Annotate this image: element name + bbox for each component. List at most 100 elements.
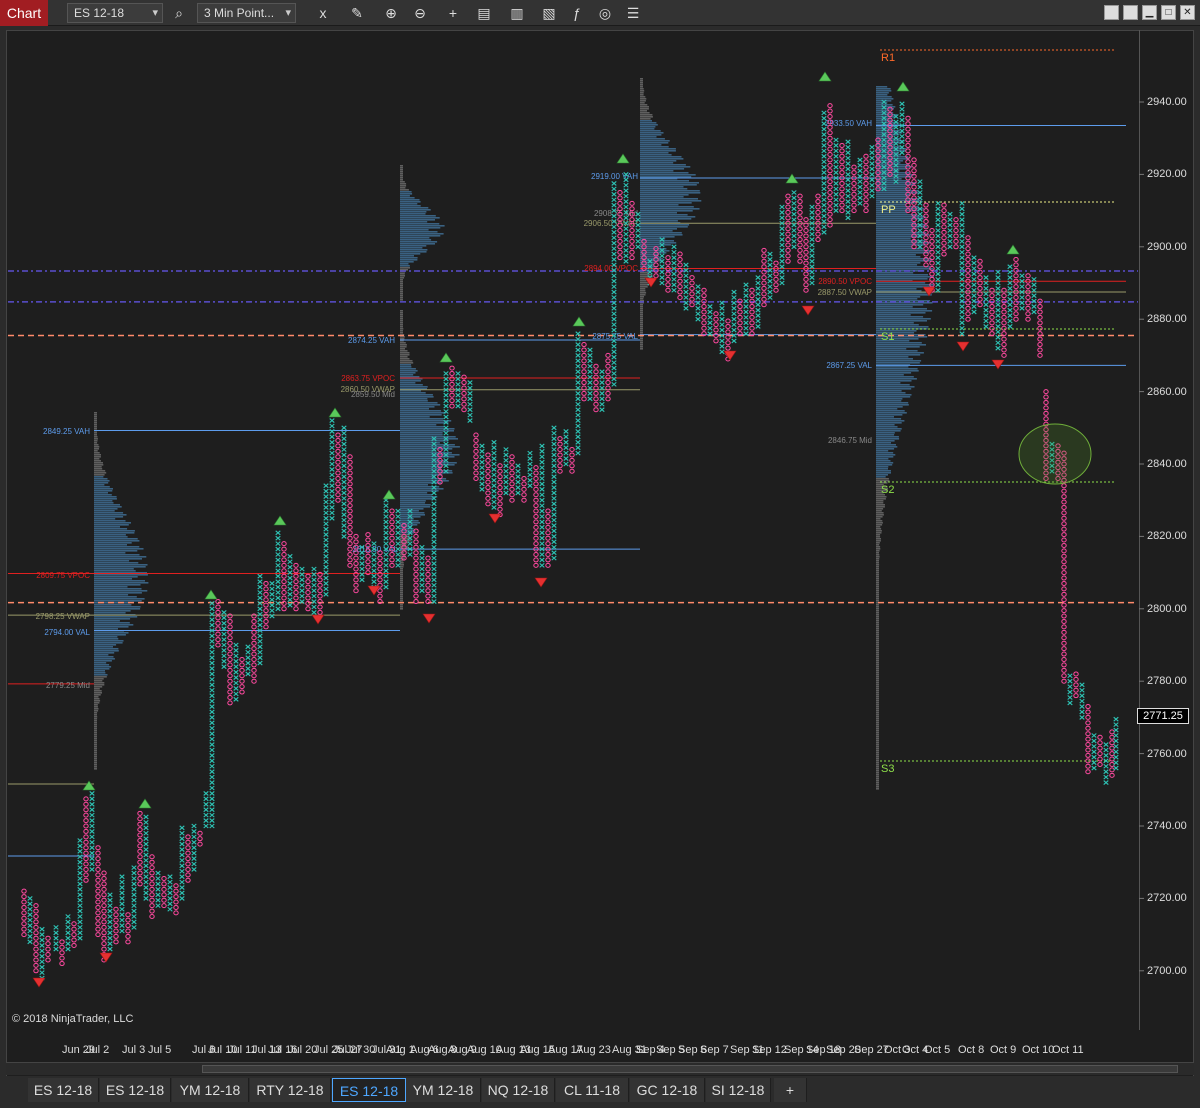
- tab-nq-12-18[interactable]: NQ 12-18: [482, 1078, 555, 1102]
- volume-profile-bar: [876, 510, 882, 512]
- volume-profile-bar: [640, 196, 684, 198]
- o-mark: [497, 479, 503, 485]
- o-mark: [473, 465, 479, 471]
- volume-profile-bar: [94, 748, 97, 750]
- tab-cl-11-18[interactable]: CL 11-18: [556, 1078, 629, 1102]
- volume-profile-bar: [94, 422, 97, 424]
- volume-profile-bar: [400, 578, 403, 580]
- o-mark: [749, 293, 755, 299]
- x-mark: [947, 217, 953, 223]
- x-mark: [707, 325, 713, 331]
- o-mark: [929, 260, 935, 266]
- x-mark: [179, 825, 185, 831]
- price-tick-label: 2900.00: [1147, 240, 1187, 253]
- x-mark: [275, 606, 281, 612]
- o-mark: [605, 369, 611, 375]
- volume-profile-bar: [876, 554, 880, 556]
- add-tab-button[interactable]: +: [774, 1078, 807, 1102]
- volume-profile-bar: [400, 245, 427, 247]
- tab-es-12-18[interactable]: ES 12-18: [332, 1078, 406, 1102]
- tab-ym-12-18[interactable]: YM 12-18: [172, 1078, 249, 1102]
- o-mark: [137, 848, 143, 854]
- x-mark: [527, 472, 533, 478]
- volume-profile-bar: [94, 674, 108, 676]
- tab-rty-12-18[interactable]: RTY 12-18: [250, 1078, 331, 1102]
- o-mark: [533, 475, 539, 481]
- volume-profile-bar: [94, 694, 101, 696]
- x-mark: [755, 280, 761, 286]
- o-mark: [701, 325, 707, 331]
- volume-profile-bar: [876, 660, 879, 662]
- o-mark: [851, 170, 857, 176]
- volume-profile-bar: [94, 452, 100, 454]
- o-mark: [389, 524, 395, 530]
- volume-profile-bar: [876, 220, 913, 222]
- volume-profile-bar: [640, 204, 679, 206]
- x-mark: [719, 338, 725, 344]
- volume-profile-bar: [876, 636, 879, 638]
- volume-profile-bar: [876, 624, 879, 626]
- volume-profile-bar: [94, 606, 141, 608]
- x-mark: [131, 876, 137, 881]
- volume-profile-bar: [876, 350, 918, 352]
- x-mark: [209, 704, 215, 709]
- o-mark: [605, 396, 611, 402]
- x-mark: [959, 271, 965, 277]
- x-mark: [431, 501, 437, 507]
- o-mark: [827, 135, 833, 141]
- volume-profile-bar: [94, 578, 132, 580]
- x-mark: [287, 597, 293, 603]
- x-mark: [1113, 727, 1119, 733]
- horizontal-scrollbar[interactable]: [6, 1062, 1194, 1075]
- volume-profile-bar: [876, 552, 879, 554]
- volume-profile-bar: [94, 756, 97, 758]
- x-mark: [719, 327, 725, 333]
- tab-gc-12-18[interactable]: GC 12-18: [630, 1078, 705, 1102]
- volume-profile-bar: [94, 692, 102, 694]
- o-mark: [1025, 300, 1031, 306]
- x-mark: [179, 847, 185, 852]
- volume-profile-bar: [640, 142, 669, 144]
- scrollbar-thumb[interactable]: [202, 1065, 1178, 1073]
- volume-profile-bar: [640, 82, 643, 84]
- x-mark: [635, 228, 641, 233]
- x-mark: [143, 895, 149, 901]
- volume-profile-bar: [94, 482, 109, 484]
- x-mark: [323, 548, 329, 554]
- tab-ym-12-18[interactable]: YM 12-18: [406, 1078, 481, 1102]
- o-mark: [689, 285, 695, 291]
- volume-profile-bar: [876, 356, 909, 358]
- volume-profile-bar: [94, 508, 118, 510]
- x-mark: [491, 439, 497, 445]
- volume-profile-bar: [876, 430, 901, 432]
- o-mark: [521, 475, 527, 481]
- tab-es-12-18[interactable]: ES 12-18: [100, 1078, 171, 1102]
- volume-profile-bar: [876, 608, 879, 610]
- o-mark: [317, 604, 323, 610]
- o-mark: [839, 208, 845, 214]
- level-label: 2849.25 VAH: [43, 427, 90, 436]
- o-mark: [509, 497, 515, 503]
- x-mark: [257, 660, 263, 666]
- x-mark: [203, 823, 209, 829]
- x-mark: [209, 671, 215, 677]
- volume-profile-bar: [94, 510, 115, 512]
- x-mark: [821, 159, 827, 165]
- x-mark: [131, 924, 137, 930]
- o-mark: [815, 193, 821, 199]
- volume-profile-bar: [94, 562, 139, 564]
- volume-profile-bar: [640, 92, 644, 94]
- x-mark: [731, 338, 737, 344]
- price-tick-label: 2720.00: [1147, 892, 1187, 905]
- volume-profile-bar: [640, 224, 690, 226]
- x-mark: [575, 358, 581, 364]
- tab-si-12-18[interactable]: SI 12-18: [706, 1078, 771, 1102]
- x-mark: [1113, 716, 1119, 722]
- x-mark: [257, 595, 263, 601]
- x-mark: [719, 322, 725, 328]
- tab-es-12-18[interactable]: ES 12-18: [28, 1078, 99, 1102]
- o-mark: [1061, 602, 1067, 608]
- volume-profile-bar: [400, 366, 412, 368]
- x-mark: [209, 823, 215, 829]
- x-mark: [107, 946, 113, 952]
